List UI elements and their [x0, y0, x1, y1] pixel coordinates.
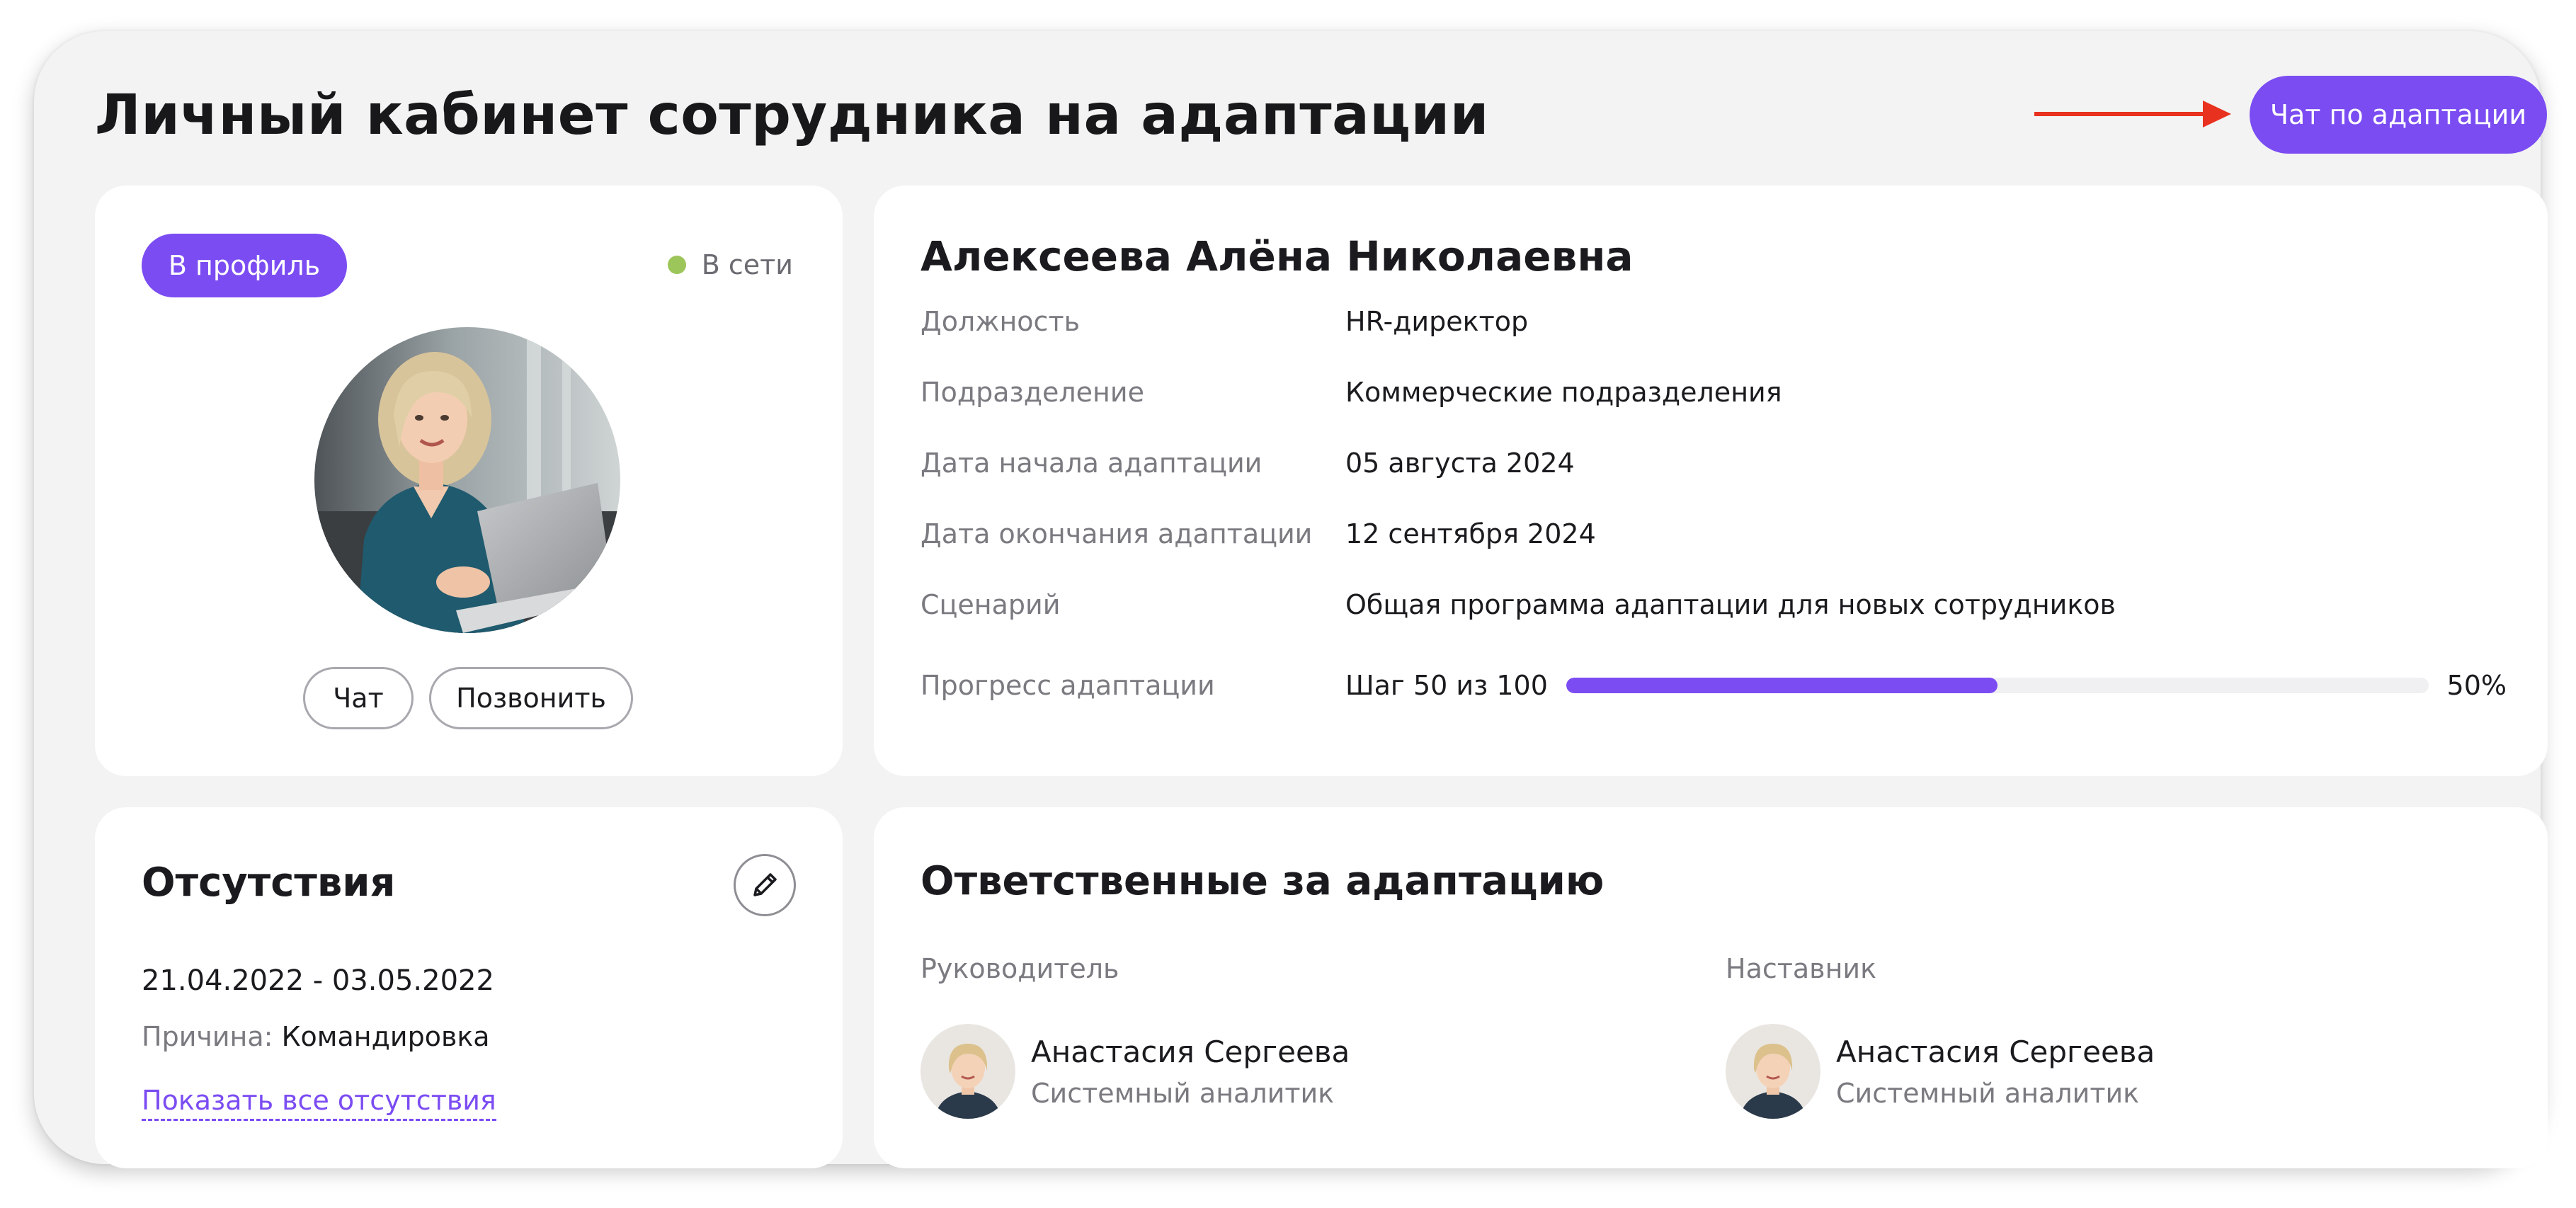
info-label: Дата окончания адаптации	[921, 518, 1313, 549]
responsible-card: Ответственные за адаптацию Руководитель …	[874, 807, 2548, 1168]
info-value: Общая программа адаптации для новых сотр…	[1345, 589, 2116, 620]
responsible-role: Наставник	[1726, 953, 1877, 984]
info-label: Подразделение	[921, 377, 1144, 408]
to-profile-button[interactable]: В профиль	[142, 234, 347, 297]
pencil-icon	[753, 873, 777, 896]
responsible-name: Анастасия Сергеева	[1836, 1034, 2155, 1069]
responsible-manager: Руководитель Анастасия Сергеева Системны…	[921, 953, 1629, 1119]
info-label: Сценарий	[921, 589, 1061, 620]
avatar	[921, 1024, 1015, 1119]
absence-reason-label: Причина:	[142, 1021, 273, 1052]
adaptation-progress: Шаг 50 из 100 50%	[1345, 664, 2507, 707]
info-value: Коммерческие подразделения	[1345, 377, 1782, 408]
absence-date-range: 21.04.2022 - 03.05.2022	[142, 964, 494, 997]
page-title: Личный кабинет сотрудника на адаптации	[95, 84, 1489, 147]
avatar	[1726, 1024, 1820, 1119]
online-status: В сети	[667, 249, 793, 280]
employee-name: Алексеева Алёна Николаевна	[921, 232, 1634, 280]
show-all-absences-link[interactable]: Показать все отсутствия	[142, 1085, 496, 1121]
info-row-start-date: Дата начала адаптации 05 августа 2024	[921, 442, 1575, 484]
info-row-department: Подразделение Коммерческие подразделения	[921, 371, 1782, 414]
profile-card: В профиль В сети Чат Позвонить	[95, 186, 843, 776]
call-button[interactable]: Позвонить	[429, 667, 633, 729]
info-label: Дата начала адаптации	[921, 448, 1263, 479]
status-label: В сети	[701, 249, 793, 280]
chat-button[interactable]: Чат	[303, 667, 414, 729]
responsible-person[interactable]: Анастасия Сергеева Системный аналитик	[1726, 1024, 2155, 1119]
online-dot-icon	[667, 256, 686, 274]
responsible-name: Анастасия Сергеева	[1031, 1034, 1350, 1069]
employee-info-card: Алексеева Алёна Николаевна Должность HR-…	[874, 186, 2548, 776]
responsible-mentor: Наставник Анастасия Сергеева Системный а…	[1726, 953, 2434, 1119]
absences-card: Отсутствия 21.04.2022 - 03.05.2022 Причи…	[95, 807, 843, 1168]
absence-reason-value: Командировка	[281, 1021, 490, 1052]
progress-bar-track	[1566, 678, 2429, 693]
info-row-end-date: Дата окончания адаптации 12 сентября 202…	[921, 513, 1596, 555]
info-row-progress: Прогресс адаптации	[921, 664, 1345, 707]
progress-percent: 50%	[2446, 670, 2507, 701]
info-label: Прогресс адаптации	[921, 670, 1215, 701]
absence-reason: Причина: Командировка	[142, 1021, 490, 1052]
info-value: 05 августа 2024	[1345, 448, 1575, 479]
arrow-right-icon	[2034, 101, 2231, 127]
responsible-role: Руководитель	[921, 953, 1119, 984]
responsible-person[interactable]: Анастасия Сергеева Системный аналитик	[921, 1024, 1350, 1119]
responsible-position: Системный аналитик	[1031, 1077, 1335, 1109]
adaptation-chat-button[interactable]: Чат по адаптации	[2250, 76, 2547, 154]
absences-title: Отсутствия	[142, 860, 396, 906]
info-value: 12 сентября 2024	[1345, 518, 1596, 549]
info-row-scenario: Сценарий Общая программа адаптации для н…	[921, 583, 2116, 626]
info-value: HR-директор	[1345, 306, 1529, 337]
progress-bar-fill	[1566, 678, 1997, 693]
info-row-position: Должность HR-директор	[921, 300, 1528, 343]
responsible-title: Ответственные за адаптацию	[921, 858, 1605, 904]
edit-absences-button[interactable]	[734, 854, 796, 916]
info-label: Должность	[921, 306, 1080, 337]
progress-step-text: Шаг 50 из 100	[1345, 670, 1548, 701]
employee-avatar	[314, 327, 620, 633]
responsible-position: Системный аналитик	[1836, 1077, 2140, 1109]
app-window: Личный кабинет сотрудника на адаптации Ч…	[34, 31, 2548, 1168]
